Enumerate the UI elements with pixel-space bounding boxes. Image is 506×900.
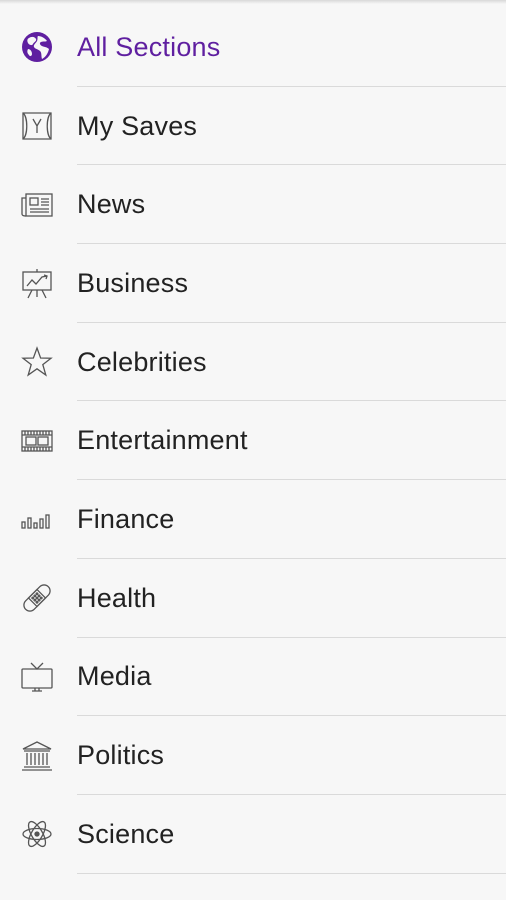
sections-menu: All Sections My Saves News Business Cele…	[0, 8, 506, 874]
bar-chart-icon	[20, 502, 54, 536]
menu-item-label: Celebrities	[77, 346, 207, 377]
menu-item-news[interactable]: News	[0, 165, 506, 245]
menu-item-celebrities[interactable]: Celebrities	[0, 323, 506, 402]
menu-item-label: Business	[77, 267, 189, 298]
menu-item-health[interactable]: Health	[0, 559, 506, 638]
bandage-icon	[20, 581, 54, 615]
menu-item-label: Science	[77, 818, 175, 849]
tv-icon	[20, 660, 54, 694]
menu-item-label: Health	[77, 582, 157, 613]
menu-item-label: Finance	[77, 503, 175, 534]
presentation-chart-icon	[20, 266, 54, 300]
star-icon	[20, 345, 54, 379]
saves-icon	[20, 109, 54, 143]
menu-item-all-sections[interactable]: All Sections	[0, 8, 506, 87]
atom-icon	[20, 817, 54, 851]
menu-item-label: Politics	[77, 740, 165, 771]
menu-item-label: News	[77, 189, 146, 220]
menu-item-media[interactable]: Media	[0, 638, 506, 717]
menu-item-finance[interactable]: Finance	[0, 480, 506, 559]
menu-item-label: Media	[77, 661, 152, 692]
menu-item-label: All Sections	[77, 31, 221, 62]
newspaper-icon	[20, 188, 54, 222]
divider	[77, 872, 506, 874]
menu-item-label: Entertainment	[77, 425, 248, 456]
menu-item-my-saves[interactable]: My Saves	[0, 87, 506, 166]
globe-icon	[20, 30, 54, 64]
menu-item-politics[interactable]: Politics	[0, 716, 506, 795]
menu-item-label: My Saves	[77, 110, 198, 141]
film-icon	[20, 424, 54, 458]
menu-item-science[interactable]: Science	[0, 795, 506, 874]
government-building-icon	[20, 739, 54, 773]
menu-item-entertainment[interactable]: Entertainment	[0, 401, 506, 481]
menu-item-business[interactable]: Business	[0, 244, 506, 323]
top-shadow	[0, 0, 506, 4]
